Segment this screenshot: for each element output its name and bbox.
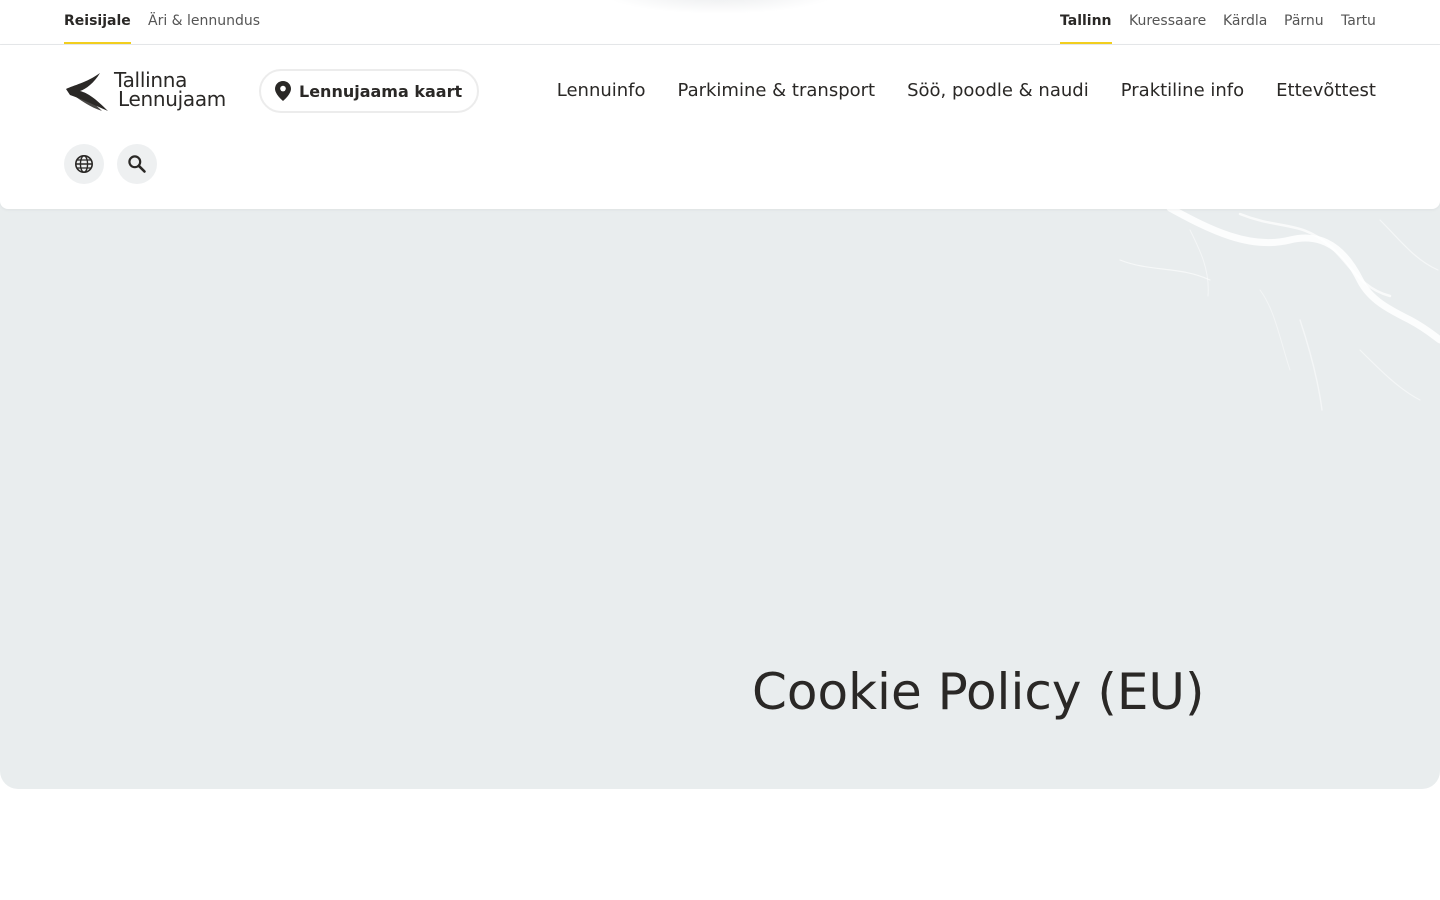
nav-item-parkimine-transport[interactable]: Parkimine & transport bbox=[678, 79, 876, 103]
nav-item-lennuinfo[interactable]: Lennuinfo bbox=[557, 79, 646, 103]
airport-link-tartu[interactable]: Tartu bbox=[1341, 0, 1376, 44]
airport-link-parnu[interactable]: Pärnu bbox=[1284, 0, 1324, 44]
decorative-glow bbox=[600, 0, 840, 14]
site-logo[interactable]: Tallinna Lennujaam bbox=[64, 69, 234, 115]
nav-item-praktiline-info[interactable]: Praktiline info bbox=[1121, 79, 1244, 103]
airport-map-button[interactable]: Lennujaama kaart bbox=[259, 69, 479, 113]
search-button[interactable] bbox=[117, 144, 157, 184]
language-button[interactable] bbox=[64, 144, 104, 184]
nav-item-soo-poodle-naudi[interactable]: Söö, poodle & naudi bbox=[907, 79, 1089, 103]
main-nav: Lennuinfo Parkimine & transport Söö, poo… bbox=[557, 79, 1376, 103]
decorative-map-lines bbox=[1119, 204, 1440, 411]
audience-link-ari-lennundus[interactable]: Äri & lennundus bbox=[148, 0, 260, 44]
swallow-logo-icon bbox=[66, 73, 108, 111]
page-title: Cookie Policy (EU) bbox=[752, 663, 1205, 721]
logo-text-line2: Lennujaam bbox=[118, 87, 226, 111]
search-icon bbox=[128, 155, 146, 173]
nav-item-ettevottest[interactable]: Ettevõttest bbox=[1276, 79, 1376, 103]
airport-link-kardla[interactable]: Kärdla bbox=[1223, 0, 1267, 44]
airport-link-kuressaare[interactable]: Kuressaare bbox=[1129, 0, 1206, 44]
audience-link-reisijale[interactable]: Reisijale bbox=[64, 0, 131, 44]
main-header: Tallinna Lennujaam Lennujaama kaart Lenn… bbox=[0, 45, 1440, 209]
top-utility-bar: Reisijale Äri & lennundus Tallinn Kuress… bbox=[0, 0, 1440, 45]
airport-map-label: Lennujaama kaart bbox=[299, 81, 463, 101]
airport-link-tallinn[interactable]: Tallinn bbox=[1060, 0, 1112, 44]
globe-icon bbox=[75, 155, 93, 173]
page-hero: Cookie Policy (EU) bbox=[0, 200, 1440, 789]
location-pin-icon bbox=[275, 81, 291, 101]
